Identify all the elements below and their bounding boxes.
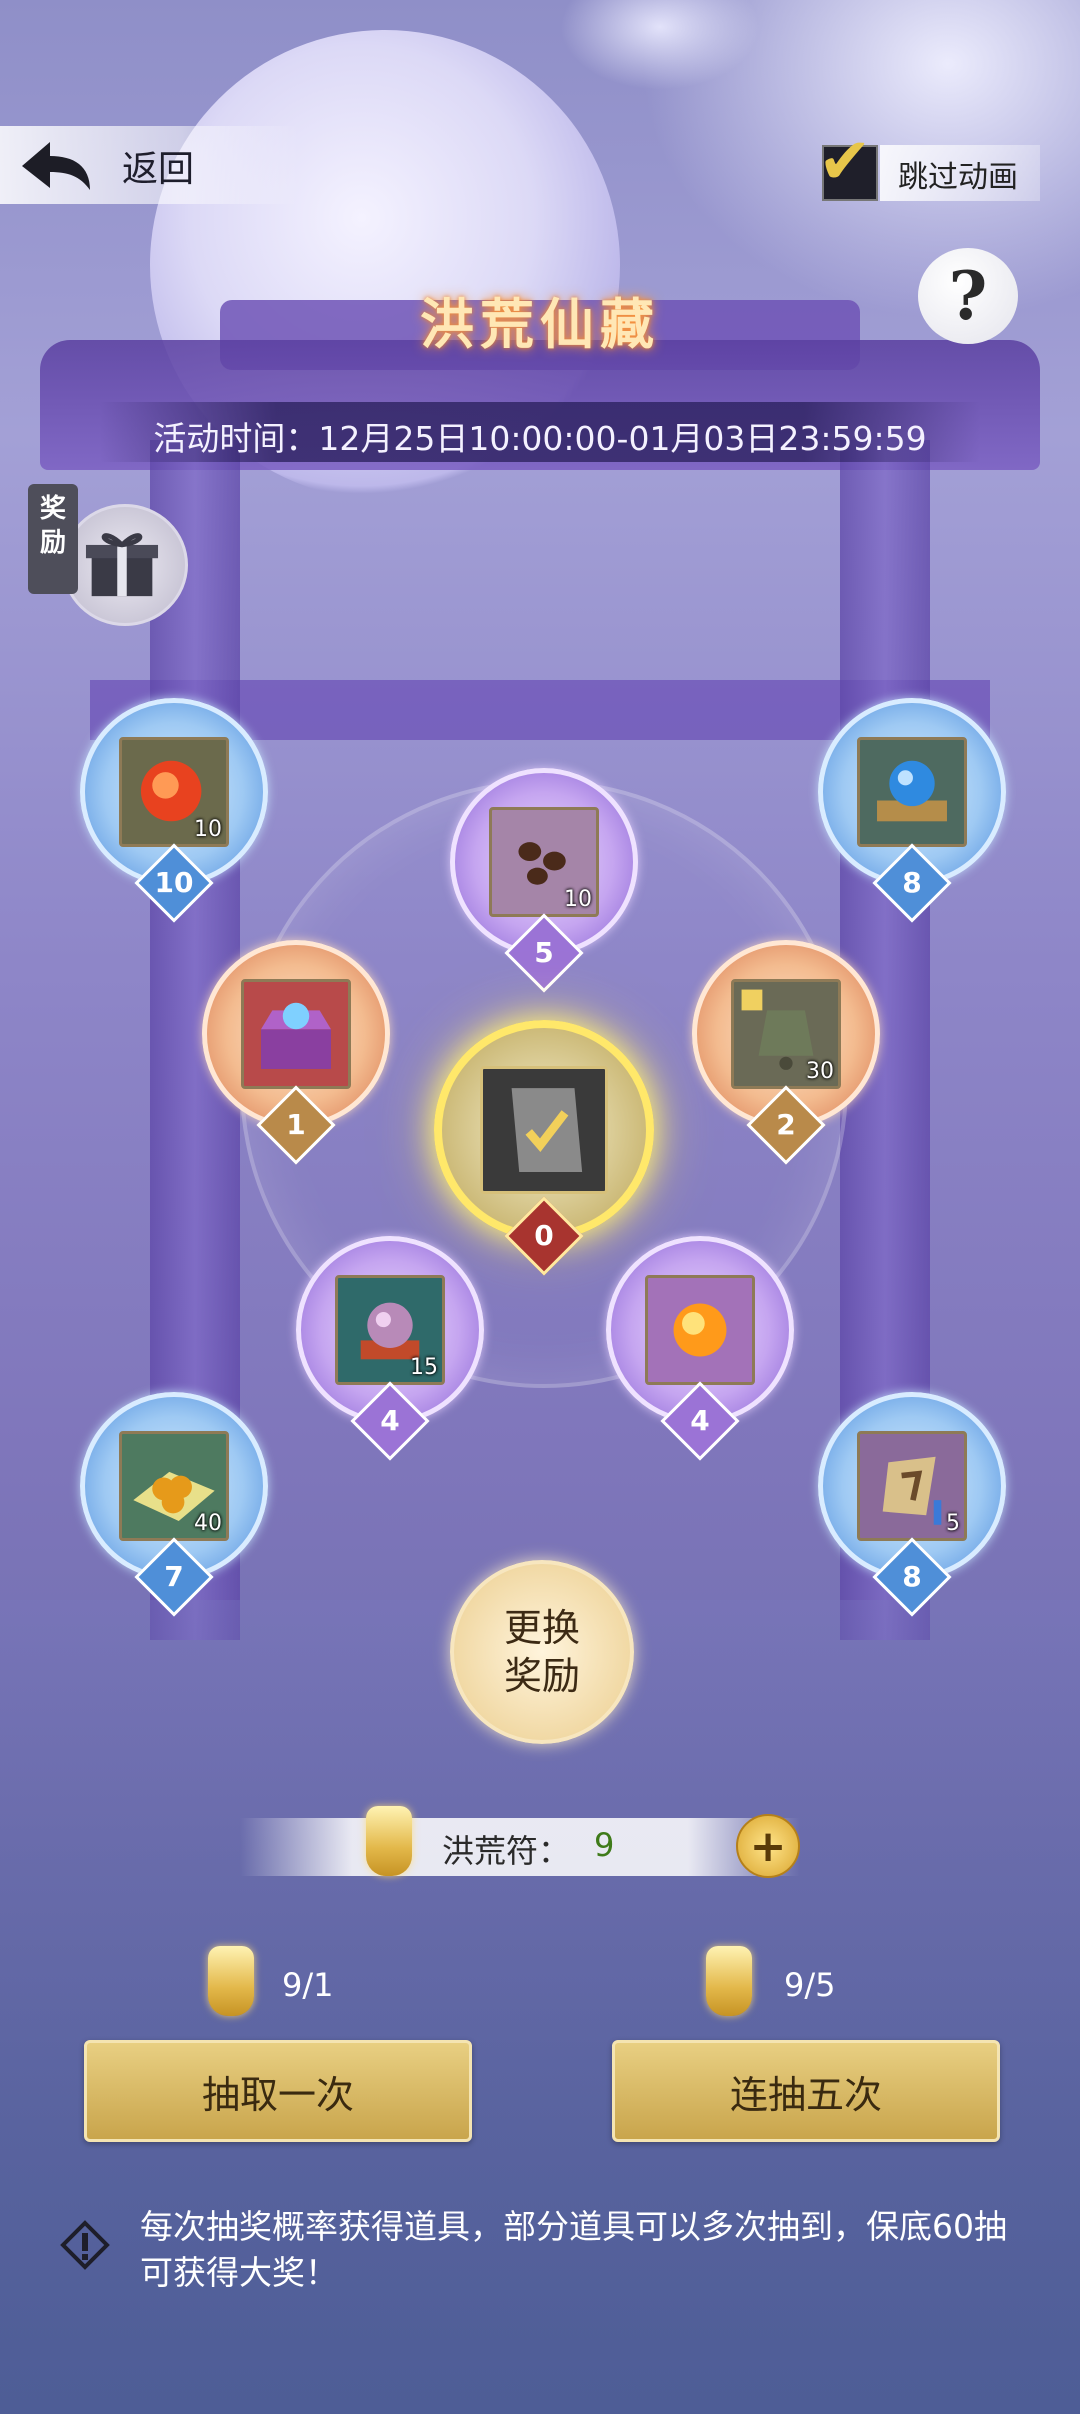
reward-gift-button[interactable]	[62, 504, 188, 626]
talisman-icon	[366, 1806, 412, 1876]
prize-slot-red-gem: 10 10	[80, 698, 268, 923]
draw-five-label: 连抽五次	[729, 2072, 882, 2117]
prize-remaining: 2	[776, 1108, 796, 1141]
back-label[interactable]: 返回	[122, 140, 194, 192]
activity-time: 活动时间：12月25日10:00:00-01月03日23:59:59	[153, 419, 927, 458]
pink-orb-icon: 15	[335, 1275, 445, 1385]
talisman-icon	[706, 1946, 752, 2016]
prize-remaining: 1	[286, 1108, 306, 1141]
single-draw-cost: 9/1	[282, 1966, 334, 2004]
prize-remaining: 4	[380, 1404, 400, 1437]
prize-remaining: 8	[902, 866, 922, 899]
prize-remaining: 4	[690, 1404, 710, 1437]
draw-five-button[interactable]: 连抽五次	[612, 2040, 1000, 2142]
prize-slot-golden-pills: 40 7	[80, 1392, 268, 1617]
prize-slot-pink-orb: 15 4	[296, 1236, 484, 1461]
prize-remaining: 10	[154, 866, 194, 899]
blue-orb-icon	[857, 737, 967, 847]
skip-animation-label[interactable]: 跳过动画	[898, 152, 1018, 196]
currency-value: 9	[594, 1826, 615, 1864]
reward-tag[interactable]: 奖励	[28, 484, 78, 594]
draw-notice: 每次抽奖概率获得道具，部分道具可以多次抽到，保底60抽可获得大奖！	[140, 2207, 1007, 2292]
checkmark-icon: ✔	[818, 125, 872, 199]
grand-prize-slot: 0	[434, 1020, 654, 1276]
prize-slot-bell-fragment: 30 2	[692, 940, 880, 1165]
fire-orb-icon	[645, 1275, 755, 1385]
treasure-chest-icon	[241, 979, 351, 1089]
plus-icon: +	[749, 1820, 787, 1872]
seeds-icon: 10	[489, 807, 599, 917]
draw-once-button[interactable]: 抽取一次	[84, 2040, 472, 2142]
change-rewards-button[interactable]: 更换 奖励	[450, 1560, 634, 1744]
prize-remaining: 5	[534, 936, 554, 969]
warning-icon	[60, 2220, 110, 2270]
prize-slot-treasure-chest: 1	[202, 940, 390, 1165]
prize-remaining: 8	[902, 1560, 922, 1593]
grand-prize-card-icon	[480, 1066, 608, 1194]
currency-label: 洪荒符：	[442, 1832, 571, 1870]
draw-once-label: 抽取一次	[201, 2072, 354, 2117]
golden-pills-icon: 40	[119, 1431, 229, 1541]
bell-fragment-icon: 30	[731, 979, 841, 1089]
prize-qty: 10	[194, 817, 222, 842]
gift-box-icon	[85, 533, 159, 597]
prize-remaining: 0	[534, 1219, 554, 1252]
prize-qty: 30	[806, 1059, 834, 1084]
jade-pendant-icon: 5	[857, 1431, 967, 1541]
prize-slot-blue-orb: 8	[818, 698, 1006, 923]
change-rewards-label: 更换 奖励	[503, 1606, 580, 1698]
prize-slot-seeds: 10 5	[450, 768, 638, 993]
prize-slot-fire-orb: 4	[606, 1236, 794, 1461]
red-gem-icon: 10	[119, 737, 229, 847]
back-arrow-icon[interactable]	[16, 136, 96, 196]
add-currency-button[interactable]: +	[736, 1814, 800, 1878]
prize-qty: 15	[410, 1355, 438, 1380]
prize-remaining: 7	[164, 1560, 184, 1593]
prize-qty: 5	[946, 1511, 960, 1536]
prize-qty: 10	[564, 887, 592, 912]
talisman-icon	[208, 1946, 254, 2016]
event-title: 洪荒仙藏	[420, 292, 660, 356]
prize-slot-jade-pendant: 5 8	[818, 1392, 1006, 1617]
prize-qty: 40	[194, 1511, 222, 1536]
snowy-branch-decor	[560, 0, 760, 90]
five-draw-cost: 9/5	[784, 1966, 836, 2004]
